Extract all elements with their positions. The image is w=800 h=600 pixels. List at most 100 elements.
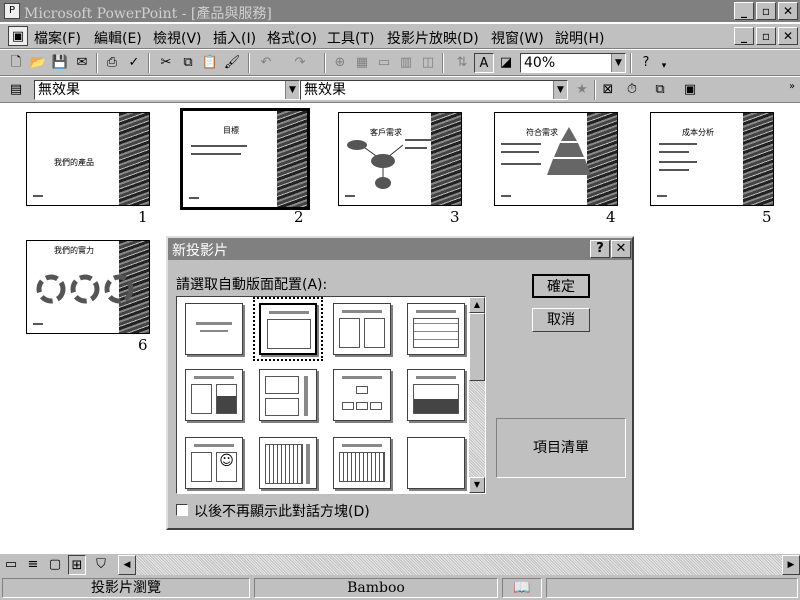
redo-icon[interactable]: ↷ (290, 53, 310, 73)
layout-org-chart[interactable] (333, 369, 391, 421)
slide-view-icon[interactable]: ▢ (46, 555, 64, 575)
slide-thumbnail-6[interactable]: 我們的實力 (26, 240, 150, 334)
animation-preview-icon[interactable]: ★ (572, 80, 592, 100)
scroll-up-icon[interactable]: ▲ (469, 297, 485, 313)
layout-vertical-title-text[interactable] (333, 437, 391, 489)
more-buttons-icon[interactable]: » (782, 77, 800, 97)
dialog-close-button[interactable]: ✕ (611, 240, 631, 258)
layout-box (370, 402, 382, 410)
expand-slide-icon[interactable]: ⇅ (452, 53, 472, 73)
menu-edit[interactable]: 編輯(E) (94, 28, 142, 48)
format-painter-icon[interactable]: 🖌 (222, 53, 242, 73)
paste-icon[interactable]: 📋 (200, 53, 220, 73)
new-icon[interactable]: 🗋 (6, 53, 26, 73)
document-icon[interactable]: ▣ (8, 26, 28, 46)
chevron-down-icon[interactable]: ▼ (611, 54, 625, 72)
scroll-right-icon[interactable]: ▶ (782, 555, 800, 575)
print-icon[interactable]: ⎙ (102, 53, 122, 73)
doc-minimize-button[interactable]: _ (734, 27, 754, 45)
open-icon[interactable]: 📂 (28, 53, 48, 73)
menu-slideshow[interactable]: 投影片放映(D) (387, 28, 479, 48)
summary-slide-icon[interactable]: ⧉ (650, 80, 670, 100)
menu-file[interactable]: 檔案(F) (34, 28, 81, 48)
slide-transition-effect-select[interactable]: 無效果 ▼ (34, 80, 300, 100)
cycle-arrows-graphic (36, 274, 134, 304)
layout-chart-and-text[interactable] (259, 369, 317, 421)
slide-sorter-view-icon[interactable]: ⊞ (68, 555, 86, 575)
email-icon[interactable]: ✉ (72, 53, 92, 73)
spelling-icon[interactable]: ✓ (124, 53, 144, 73)
hyperlink-icon[interactable]: ⊕ (330, 53, 350, 73)
new-slide-icon[interactable]: ◫ (418, 53, 438, 73)
animation-toolbar: ▤ 無效果 ▼ 無效果 ▼ ★ ⊠ ⏱ ⧉ ▣ » (0, 77, 800, 103)
grayscale-icon[interactable]: ◪ (496, 53, 516, 73)
menu-help[interactable]: 說明(H) (555, 28, 604, 48)
menu-insert[interactable]: 插入(I) (213, 28, 256, 48)
powerpoint-app-icon[interactable]: P (4, 3, 20, 19)
outline-view-icon[interactable]: ≡ (24, 555, 42, 575)
speaker-notes-icon[interactable]: ▣ (680, 80, 700, 100)
chevron-down-icon[interactable]: ▼ (553, 81, 567, 99)
slide-show-icon[interactable]: ⛉ (92, 555, 110, 575)
save-icon[interactable]: 💾 (50, 53, 70, 73)
hide-slide-icon[interactable]: ⊠ (598, 80, 618, 100)
cancel-button[interactable]: 取消 (532, 308, 590, 332)
minimize-button[interactable]: _ (734, 2, 754, 20)
horizontal-scrollbar[interactable]: ◀ ▶ (118, 555, 800, 575)
layout-two-column-text[interactable] (333, 303, 391, 355)
layout-bar (342, 376, 382, 379)
dialog-help-button[interactable]: ? (590, 240, 610, 258)
layout-bar (416, 376, 456, 379)
slide-thumbnail-3[interactable]: 客戶需求 (338, 112, 462, 206)
layout-vertical-text[interactable] (259, 437, 317, 489)
layout-chart[interactable] (407, 369, 465, 421)
layout-bulleted-list[interactable] (259, 303, 317, 355)
layout-text-and-chart[interactable] (185, 369, 243, 421)
layout-blank[interactable] (407, 437, 465, 489)
dont-show-again-checkbox[interactable] (176, 504, 188, 516)
show-formatting-icon[interactable]: A (474, 53, 494, 73)
restore-button[interactable]: ▫ (756, 2, 776, 20)
normal-view-icon[interactable]: ▭ (2, 555, 20, 575)
scroll-left-icon[interactable]: ◀ (118, 555, 136, 575)
toolbar-options-icon[interactable]: ▾ (654, 56, 674, 76)
animation-icon[interactable]: ▤ (6, 80, 26, 100)
layout-list[interactable]: ☺ ▲ ▼ (176, 296, 486, 494)
separator (442, 53, 444, 73)
layout-text-and-clip-art[interactable]: ☺ (185, 437, 243, 489)
slide-thumbnail-5[interactable]: 成本分析 (650, 112, 774, 206)
doc-close-button[interactable]: ✕ (778, 27, 798, 45)
chevron-down-icon[interactable]: ▼ (285, 81, 299, 99)
doc-restore-button[interactable]: ▫ (756, 27, 776, 45)
menu-tools[interactable]: 工具(T) (327, 28, 374, 48)
ok-button[interactable]: 確定 (532, 274, 590, 298)
slide-thumbnail-1[interactable]: 我們的產品 (26, 112, 150, 206)
text-preset-animation-select[interactable]: 無效果 ▼ (300, 80, 568, 100)
tables-icon[interactable]: ▦ (352, 53, 372, 73)
layout-preview-label: 項目清單 (496, 418, 626, 478)
slide-thumbnail-4[interactable]: 符合需求 (494, 112, 618, 206)
scroll-down-icon[interactable]: ▼ (469, 477, 485, 493)
undo-icon[interactable]: ↶ (256, 53, 276, 73)
layout-box (265, 444, 303, 484)
close-button[interactable]: ✕ (778, 2, 798, 20)
copy-icon[interactable]: ⧉ (178, 53, 198, 73)
layout-title-slide[interactable] (185, 303, 243, 355)
insert-table-icon[interactable]: ▭ (374, 53, 394, 73)
menu-view[interactable]: 檢視(V) (153, 28, 202, 48)
layout-table[interactable] (407, 303, 465, 355)
spell-check-status-icon[interactable]: 📖 (502, 578, 542, 598)
insert-chart-icon[interactable]: ▥ (396, 53, 416, 73)
layout-box (342, 402, 354, 410)
slide-thumbnail-2[interactable]: 目標 (180, 108, 310, 210)
slide-number: 2 (294, 208, 304, 226)
rehearse-timings-icon[interactable]: ⏱ (622, 80, 642, 100)
help-icon[interactable]: ? (636, 53, 656, 73)
layout-list-scrollbar[interactable]: ▲ ▼ (469, 297, 485, 493)
bullet-line (659, 169, 689, 171)
zoom-select[interactable]: 40% ▼ (520, 53, 626, 73)
menu-format[interactable]: 格式(O) (267, 28, 317, 48)
scroll-thumb[interactable] (469, 313, 485, 381)
cut-icon[interactable]: ✂ (156, 53, 176, 73)
menu-window[interactable]: 視窗(W) (491, 28, 544, 48)
